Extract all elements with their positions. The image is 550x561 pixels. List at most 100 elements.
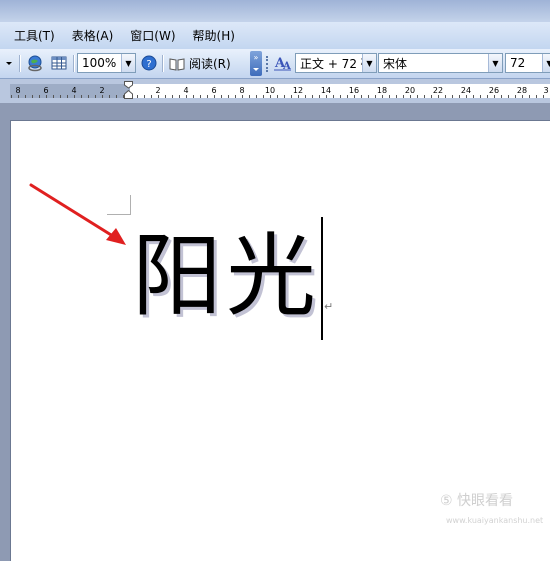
menu-table[interactable]: 表格(A) <box>72 27 114 44</box>
ruler-tick <box>25 95 26 98</box>
hyperlink-icon[interactable] <box>26 54 44 72</box>
ruler-tick <box>11 95 12 98</box>
ruler-label: 22 <box>432 86 444 95</box>
menu-bar: 工具(T) 表格(A) 窗口(W) 帮助(H) <box>0 22 550 49</box>
read-button-label: 阅读(R) <box>189 57 231 71</box>
annotation-arrow-icon <box>29 183 126 245</box>
toolbar-grip[interactable] <box>266 56 271 72</box>
ruler-label: 14 <box>320 86 332 95</box>
chevron-down-icon[interactable]: ▼ <box>542 54 550 72</box>
ruler-tick <box>536 95 537 98</box>
ruler-label: 26 <box>488 86 500 95</box>
ruler-tick <box>480 95 481 98</box>
indent-marker-icon[interactable] <box>124 81 133 99</box>
table-icon[interactable] <box>50 54 68 72</box>
ruler-label: 4 <box>183 86 189 95</box>
menu-window[interactable]: 窗口(W) <box>130 27 175 44</box>
horizontal-ruler[interactable]: 8 6 4 2 2 4 6 8 10 12 14 16 18 20 22 24 … <box>0 79 550 103</box>
ruler-tick <box>326 95 327 98</box>
formatting-toolbar: 100% ▼ ? 阅读(R) » A A 正文 + 72 磅 <box>0 49 550 79</box>
ruler-tick <box>403 95 404 98</box>
font-size-value: 72 <box>510 56 526 70</box>
ruler-tick <box>228 95 229 98</box>
ruler-tick <box>361 95 362 98</box>
ruler-tick <box>515 95 516 98</box>
ruler-tick <box>242 95 243 98</box>
font-select[interactable]: 宋体 ▼ <box>378 53 503 73</box>
ruler-tick <box>543 95 544 98</box>
ruler-tick <box>221 95 222 98</box>
ruler-tick <box>46 95 47 98</box>
chevron-down-icon[interactable]: ▼ <box>488 54 502 72</box>
ruler-tick <box>256 95 257 98</box>
ruler-tick <box>144 95 145 98</box>
style-value: 正文 + 72 磅 <box>300 56 362 71</box>
ruler-tick <box>473 95 474 98</box>
ruler-tick <box>32 95 33 98</box>
ruler-tick <box>81 95 82 98</box>
ruler-tick <box>340 95 341 98</box>
ruler-tick <box>529 95 530 98</box>
toolbar-overflow-dropdown[interactable] <box>2 54 16 72</box>
ruler-label: 16 <box>348 86 360 95</box>
font-size-select[interactable]: 72 ▼ <box>505 53 550 73</box>
ruler-tick <box>396 95 397 98</box>
ruler-tick <box>207 95 208 98</box>
ruler-label: 8 <box>15 86 21 95</box>
ruler-tick <box>158 95 159 98</box>
document-text[interactable]: 阳光 <box>132 222 320 332</box>
ruler-tick <box>291 95 292 98</box>
ruler-tick <box>214 95 215 98</box>
styles-formatting-icon[interactable]: A A <box>273 54 291 72</box>
ruler-tick <box>382 95 383 98</box>
ruler-tick <box>466 95 467 98</box>
ruler-label: 20 <box>404 86 416 95</box>
ruler-strip: 8 6 4 2 2 4 6 8 10 12 14 16 18 20 22 24 … <box>10 84 550 98</box>
zoom-value: 100% <box>82 56 117 70</box>
ruler-tick <box>305 95 306 98</box>
ruler-tick <box>137 95 138 98</box>
ruler-tick <box>417 95 418 98</box>
toolbar-options-button[interactable]: » <box>250 51 262 76</box>
title-bar <box>0 0 550 22</box>
read-button[interactable]: 阅读(R) <box>168 49 231 78</box>
watermark-url: www.kuaiyankanshu.net <box>446 516 544 525</box>
ruler-tick <box>452 95 453 98</box>
svg-text:»: » <box>254 53 259 62</box>
ruler-tick <box>424 95 425 98</box>
ruler-label: 10 <box>264 86 276 95</box>
ruler-tick <box>487 95 488 98</box>
ruler-tick <box>368 95 369 98</box>
book-icon <box>169 57 185 71</box>
ruler-tick <box>277 95 278 98</box>
help-icon[interactable]: ? <box>140 54 158 72</box>
ruler-label: 4 <box>71 86 77 95</box>
ruler-tick <box>312 95 313 98</box>
ruler-tick <box>347 95 348 98</box>
ruler-label: 2 <box>155 86 161 95</box>
ruler-tick <box>508 95 509 98</box>
toolbar-separator <box>19 55 21 72</box>
menu-tools[interactable]: 工具(T) <box>14 27 55 44</box>
ruler-tick <box>389 95 390 98</box>
ruler-tick <box>431 95 432 98</box>
chevron-down-icon[interactable]: ▼ <box>121 54 135 72</box>
ruler-tick <box>319 95 320 98</box>
ruler-tick <box>116 95 117 98</box>
ruler-label: 6 <box>211 86 217 95</box>
ruler-label: 6 <box>43 86 49 95</box>
zoom-select[interactable]: 100% ▼ <box>77 53 136 73</box>
ruler-tick <box>53 95 54 98</box>
ruler-tick <box>39 95 40 98</box>
ruler-tick <box>494 95 495 98</box>
chevron-down-icon[interactable]: ▼ <box>362 54 376 72</box>
style-select[interactable]: 正文 + 72 磅 ▼ <box>295 53 377 73</box>
ruler-tick <box>438 95 439 98</box>
ruler-tick <box>102 95 103 98</box>
watermark: ⑤ 快眼看看 <box>440 493 514 509</box>
left-gutter <box>0 103 10 550</box>
toolbar-separator <box>162 55 164 72</box>
ruler-tick <box>186 95 187 98</box>
menu-help[interactable]: 帮助(H) <box>193 27 235 44</box>
ruler-tick <box>459 95 460 98</box>
